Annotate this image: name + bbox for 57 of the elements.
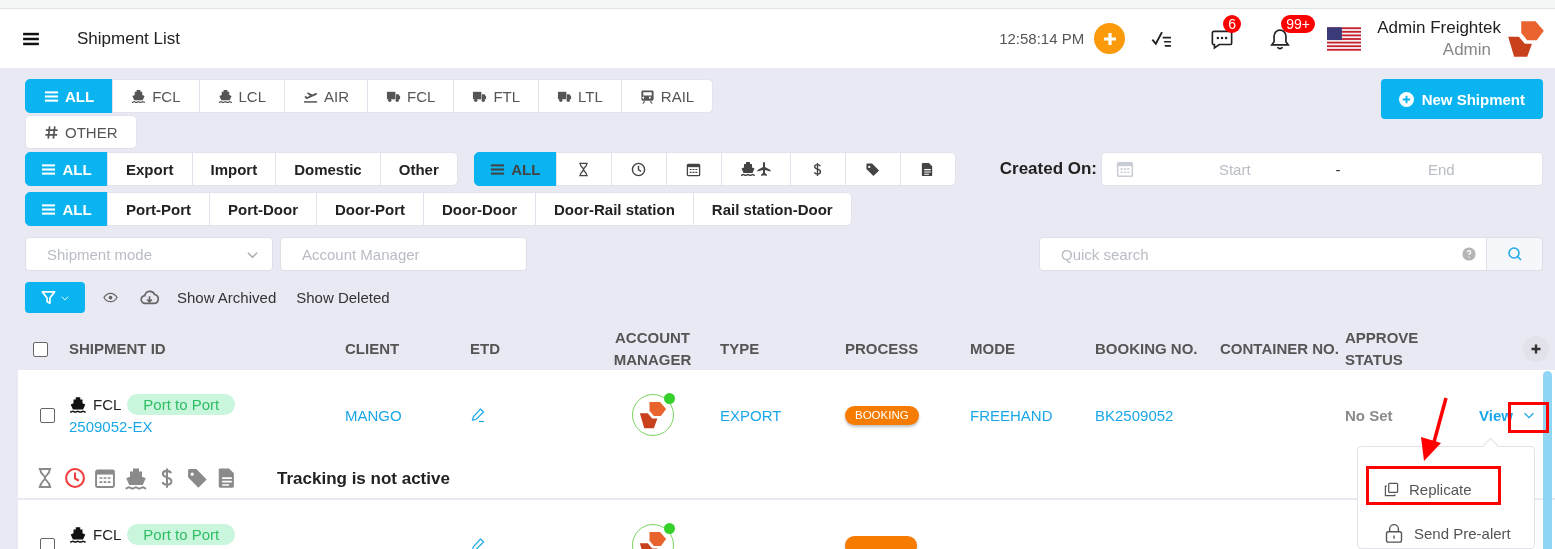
shipment-mode: FCL: [93, 396, 122, 413]
mode-tab[interactable]: FCL: [367, 79, 455, 113]
route-tab[interactable]: Door-Rail station: [535, 192, 694, 226]
stage-tab[interactable]: ALL: [473, 152, 557, 186]
date-range-field[interactable]: Start - End: [1101, 152, 1543, 186]
mode-tab[interactable]: LTL: [538, 79, 622, 113]
user-name: Admin Freightek: [1377, 16, 1501, 39]
mode-tab[interactable]: RAIL: [620, 79, 714, 113]
column-header: BOOKING NO.: [1095, 339, 1199, 359]
mode-tab[interactable]: OTHER: [25, 115, 137, 149]
column-header: SHIPMENT ID: [69, 339, 167, 359]
quick-search-input[interactable]: Quick search: [1059, 244, 1462, 264]
range-separator: -: [1335, 160, 1341, 178]
shipment-mode: FCL: [93, 526, 122, 543]
message-count-badge: 6: [1223, 14, 1241, 33]
column-header: TYPE: [720, 339, 761, 359]
menu-item[interactable]: Send Pre-alert: [1358, 511, 1534, 549]
notification-count-badge: 99+: [1281, 14, 1315, 33]
account-manager-field[interactable]: Account Manager: [280, 237, 527, 271]
account-manager-input[interactable]: Account Manager: [300, 244, 514, 264]
column-header: CONTAINER NO.: [1220, 339, 1340, 359]
direction-tab[interactable]: Export: [107, 152, 193, 186]
mode-tab[interactable]: FCL: [112, 79, 200, 113]
direction-tab[interactable]: Import: [191, 152, 277, 186]
route-badge: Port to Port: [127, 394, 236, 415]
mode-tab[interactable]: LCL: [198, 79, 286, 113]
shipment-mode-select[interactable]: Shipment mode: [25, 237, 273, 271]
mode-tab[interactable]: FTL: [453, 79, 540, 113]
start-date-input[interactable]: Start: [1134, 159, 1336, 179]
column-header: APPROVE STATUS: [1345, 328, 1420, 370]
column-header: ACCOUNT MANAGER: [612, 328, 693, 370]
column-header: PROCESS: [845, 339, 920, 359]
menu-item[interactable]: Replicate: [1358, 467, 1534, 511]
direction-tab[interactable]: Domestic: [275, 152, 381, 186]
column-header: CLIENT: [345, 339, 401, 359]
mode-tab[interactable]: AIR: [284, 79, 369, 113]
route-tab[interactable]: Door-Door: [423, 192, 536, 226]
route-tab[interactable]: Rail station-Door: [692, 192, 852, 226]
direction-tab[interactable]: Other: [379, 152, 458, 186]
column-header: ETD: [470, 339, 501, 359]
approve-status: No Set: [1345, 406, 1394, 424]
show-deleted-link[interactable]: Show Deleted: [296, 289, 390, 306]
end-date-input[interactable]: End: [1340, 159, 1542, 179]
route-badge: Port to Port: [127, 524, 236, 545]
clock-time: 12:58:14 PM: [999, 30, 1085, 47]
column-header: MODE: [970, 339, 1016, 359]
shipment-mode-input[interactable]: Shipment mode: [45, 244, 245, 264]
created-on-label: Created On:: [999, 159, 1098, 179]
route-tab[interactable]: Port-Port: [107, 192, 210, 226]
page-title: Shipment List: [77, 28, 180, 49]
quick-search-field[interactable]: Quick search: [1039, 237, 1487, 271]
route-tab[interactable]: Door-Port: [316, 192, 424, 226]
user-role: Admin: [1442, 38, 1491, 61]
route-tab[interactable]: Port-Door: [209, 192, 317, 226]
process-badge: BOOKING: [845, 405, 919, 425]
show-archived-link[interactable]: Show Archived: [177, 289, 277, 306]
tracking-status: Tracking is not active: [277, 469, 450, 489]
